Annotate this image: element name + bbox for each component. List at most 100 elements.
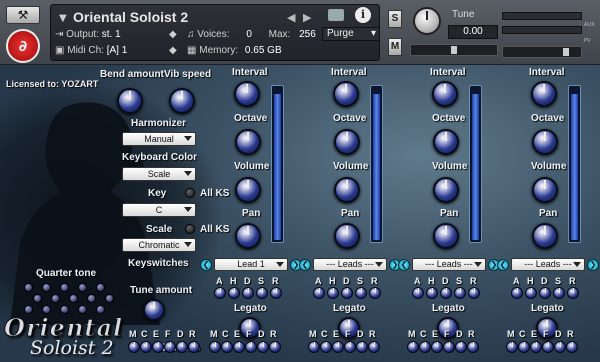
glissando-mode-button[interactable] (176, 341, 188, 353)
solo-button[interactable]: S (388, 10, 402, 28)
lead-dropdown[interactable]: --- Leads --- (511, 258, 585, 271)
mode-button[interactable] (554, 341, 566, 353)
adsr-knob[interactable] (369, 287, 381, 299)
glissando-mode-button[interactable] (152, 341, 164, 353)
adsr-knob[interactable] (270, 287, 282, 299)
keyboard-color-dropdown[interactable]: Scale (122, 167, 196, 181)
mode-button[interactable] (209, 341, 221, 353)
mode-button[interactable] (257, 341, 269, 353)
adsr-knob[interactable] (256, 287, 268, 299)
pan-knob[interactable] (532, 223, 558, 249)
next-lead-arrow-icon[interactable]: ❯ (587, 259, 599, 271)
mode-button[interactable] (356, 341, 368, 353)
mode-button[interactable] (443, 341, 455, 353)
mode-button[interactable] (320, 341, 332, 353)
all-ks-scale-led[interactable] (185, 224, 195, 234)
lead-dropdown[interactable]: --- Leads --- (412, 258, 486, 271)
adsr-knob[interactable] (214, 287, 226, 299)
info-icon[interactable]: i (355, 7, 371, 23)
max-value[interactable]: 256 (299, 29, 316, 40)
octave-knob[interactable] (334, 129, 360, 155)
mode-button[interactable] (344, 341, 356, 353)
mode-button[interactable] (566, 341, 578, 353)
quarter-tone-button[interactable] (51, 294, 60, 303)
mode-button[interactable] (269, 341, 281, 353)
mode-button[interactable] (245, 341, 257, 353)
adsr-knob[interactable] (242, 287, 254, 299)
volume-knob[interactable] (433, 177, 459, 203)
header-pan-slider[interactable] (410, 44, 498, 56)
mode-button[interactable] (518, 341, 530, 353)
tune-amount-knob[interactable] (143, 299, 165, 321)
mode-button[interactable] (368, 341, 380, 353)
adsr-knob[interactable] (525, 287, 537, 299)
wrench-icon[interactable]: ⚒ (6, 6, 40, 24)
mode-button[interactable] (407, 341, 419, 353)
interval-knob[interactable] (333, 81, 359, 107)
adsr-knob[interactable] (553, 287, 565, 299)
mode-button[interactable] (542, 341, 554, 353)
quarter-tone-button[interactable] (69, 294, 78, 303)
quarter-tone-button[interactable] (60, 283, 69, 292)
header-volume-slider[interactable] (502, 46, 582, 58)
adsr-knob[interactable] (341, 287, 353, 299)
lead-dropdown[interactable]: Lead 1 (214, 258, 288, 271)
mode-button[interactable] (455, 341, 467, 353)
quarter-tone-button[interactable] (87, 294, 96, 303)
adsr-knob[interactable] (426, 287, 438, 299)
octave-knob[interactable] (433, 129, 459, 155)
mode-button[interactable] (530, 341, 542, 353)
vib-speed-knob[interactable] (169, 88, 195, 114)
pan-knob[interactable] (334, 223, 360, 249)
interval-knob[interactable] (234, 81, 260, 107)
pan-knob[interactable] (433, 223, 459, 249)
quarter-tone-button[interactable] (42, 283, 51, 292)
interval-knob[interactable] (531, 81, 557, 107)
adsr-knob[interactable] (567, 287, 579, 299)
mode-button[interactable] (221, 341, 233, 353)
output-dropdown-icon[interactable]: ◆ (169, 29, 177, 40)
mode-button[interactable] (506, 341, 518, 353)
quarter-tone-button[interactable] (105, 294, 114, 303)
instrument-title[interactable]: Oriental Soloist 2 (73, 9, 188, 25)
mode-button[interactable] (431, 341, 443, 353)
tune-value[interactable]: 0.00 (448, 25, 498, 39)
scale-dropdown[interactable]: Chromatic (122, 238, 196, 252)
mode-button[interactable] (419, 341, 431, 353)
prev-lead-arrow-icon[interactable]: ❮ (200, 259, 212, 271)
quarter-tone-button[interactable] (33, 294, 42, 303)
octave-knob[interactable] (235, 129, 261, 155)
prev-lead-arrow-icon[interactable]: ❮ (299, 259, 311, 271)
harmonizer-dropdown[interactable]: Manual (122, 132, 196, 146)
adsr-knob[interactable] (228, 287, 240, 299)
next-instrument-icon[interactable]: ▶ (303, 11, 311, 24)
adsr-knob[interactable] (539, 287, 551, 299)
lead-dropdown[interactable]: --- Leads --- (313, 258, 387, 271)
adsr-knob[interactable] (440, 287, 452, 299)
bend-amount-knob[interactable] (117, 88, 143, 114)
collapse-arrow-icon[interactable]: ▼ (59, 13, 67, 24)
quarter-tone-button[interactable] (24, 283, 33, 292)
volume-knob[interactable] (235, 177, 261, 203)
all-ks-key-led[interactable] (185, 188, 195, 198)
volume-knob[interactable] (334, 177, 360, 203)
camera-icon[interactable] (328, 9, 344, 21)
key-dropdown[interactable]: C (122, 203, 196, 217)
adsr-knob[interactable] (468, 287, 480, 299)
mode-button[interactable] (467, 341, 479, 353)
glissando-mode-button[interactable] (128, 341, 140, 353)
adsr-knob[interactable] (327, 287, 339, 299)
interval-knob[interactable] (432, 81, 458, 107)
prev-instrument-icon[interactable]: ◀ (287, 11, 295, 24)
volume-knob[interactable] (532, 177, 558, 203)
quarter-tone-button[interactable] (78, 283, 87, 292)
midi-dropdown-icon[interactable]: ◆ (169, 45, 177, 56)
adsr-knob[interactable] (454, 287, 466, 299)
adsr-knob[interactable] (313, 287, 325, 299)
adsr-knob[interactable] (511, 287, 523, 299)
purge-dropdown[interactable]: Purge ▾ (322, 27, 380, 41)
tune-knob[interactable] (413, 7, 441, 35)
midi-row[interactable]: ▣ Midi Ch: [A] 1 (55, 45, 127, 56)
prev-lead-arrow-icon[interactable]: ❮ (398, 259, 410, 271)
pan-knob[interactable] (235, 223, 261, 249)
